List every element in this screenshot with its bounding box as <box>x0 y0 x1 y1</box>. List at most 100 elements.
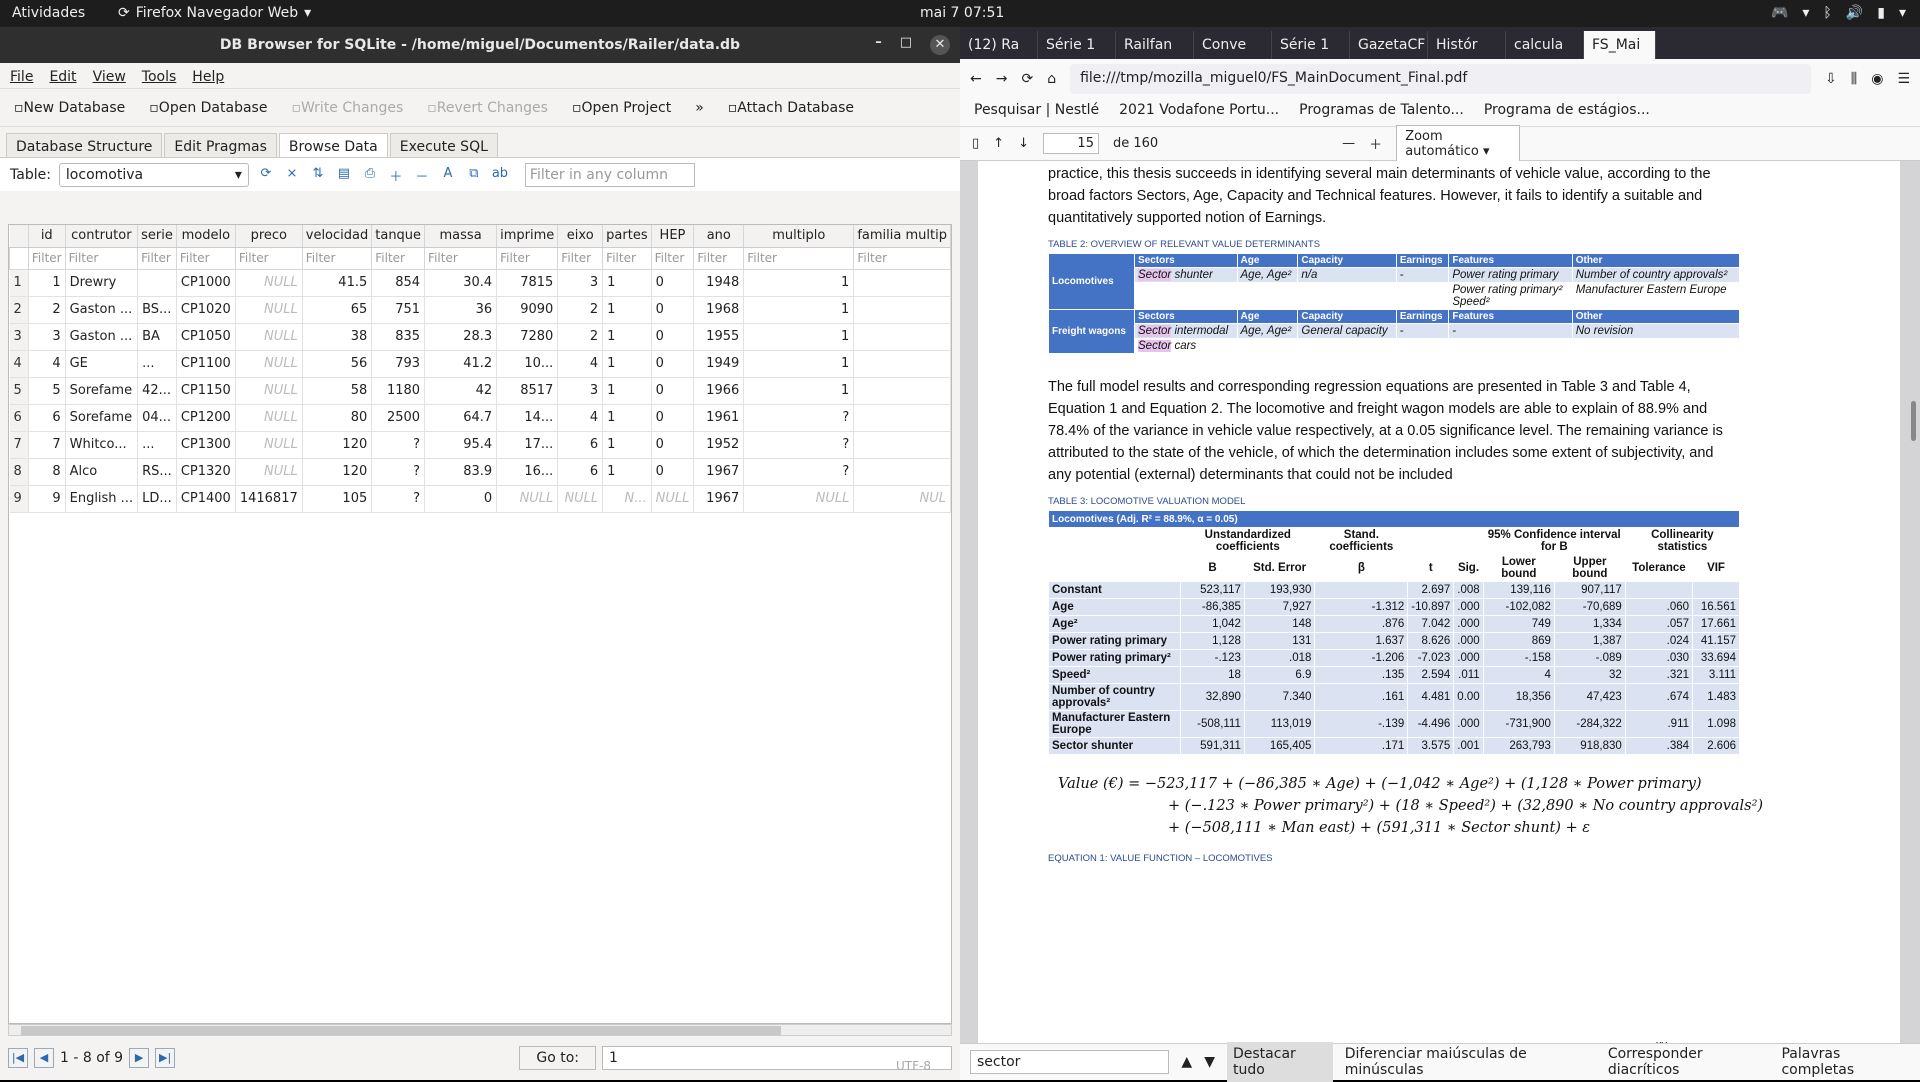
column-header[interactable]: partes <box>602 225 652 248</box>
table-cell[interactable]: NULL <box>651 485 695 513</box>
table-cell[interactable]: 2 <box>557 323 604 351</box>
table-cell[interactable]: RS... <box>137 458 177 486</box>
zoom-in-icon[interactable]: ＋ <box>1369 134 1382 153</box>
table-cell[interactable]: 1952 <box>693 431 745 459</box>
column-filter-input[interactable]: Filter <box>693 246 745 270</box>
row-number[interactable]: 4 <box>9 350 29 378</box>
column-header[interactable]: familia multip <box>853 225 951 248</box>
table-cell[interactable]: 0 <box>651 323 695 351</box>
menu-help[interactable]: Help <box>192 69 224 85</box>
column-header[interactable]: id <box>28 225 66 248</box>
table-cell[interactable]: 17... <box>496 431 559 459</box>
menu-tools[interactable]: Tools <box>142 69 177 85</box>
row-number[interactable]: 7 <box>9 431 29 459</box>
table-row[interactable]: 5 5 Sorefame 42... CP1150 NULL 58 1180 42 8517 3 1 0… <box>9 377 951 405</box>
minimize-icon[interactable]: – <box>875 35 882 55</box>
table-cell[interactable]: 1 <box>602 350 652 378</box>
table-cell[interactable]: 64.7 <box>424 404 498 432</box>
column-header[interactable]: preco <box>235 225 303 248</box>
table-cell[interactable]: 1180 <box>371 377 426 405</box>
table-cell[interactable]: 1949 <box>693 350 745 378</box>
table-cell[interactable]: NUL <box>853 485 951 513</box>
table-cell[interactable]: 2 <box>557 296 604 324</box>
table-cell[interactable]: 14... <box>496 404 559 432</box>
table-cell[interactable]: 9 <box>28 485 66 513</box>
table-cell[interactable]: 65 <box>302 296 373 324</box>
table-cell[interactable]: 8517 <box>496 377 559 405</box>
attach-database-button[interactable]: ▫Attach Database <box>728 100 854 116</box>
revert-changes-button[interactable]: ▫Revert Changes <box>427 100 548 116</box>
table-cell[interactable]: 1948 <box>693 269 745 297</box>
clock[interactable]: mai 7 07:51 <box>920 5 1004 21</box>
whole-words-option[interactable]: Palavras completas <box>1781 1046 1910 1078</box>
account-icon[interactable]: ◉ <box>1871 71 1883 87</box>
column-header[interactable]: contrutor <box>65 225 139 248</box>
table-cell[interactable]: 3 <box>557 377 604 405</box>
table-cell[interactable]: CP1020 <box>176 296 236 324</box>
table-cell[interactable]: 30.4 <box>424 269 498 297</box>
back-icon[interactable]: ← <box>970 71 982 87</box>
table-cell[interactable]: NULL <box>496 485 559 513</box>
highlight-all-button[interactable]: Destacar tudo <box>1226 1042 1333 1082</box>
table-cell[interactable]: 2 <box>28 296 66 324</box>
table-cell[interactable]: 0 <box>424 485 498 513</box>
table-cell[interactable]: ? <box>371 458 426 486</box>
table-row[interactable]: 4 4 GE... CP1100 NULL 56 793 41.2 10... 4 1 0 1949 1 <box>9 350 951 378</box>
table-cell[interactable]: 4 <box>557 404 604 432</box>
table-cell[interactable] <box>853 323 951 351</box>
match-diacritics-option[interactable]: Corresponder diacríticos <box>1608 1046 1770 1078</box>
table-cell[interactable]: ... <box>137 431 177 459</box>
row-number[interactable]: 6 <box>9 404 29 432</box>
menu-view[interactable]: View <box>93 69 126 85</box>
table-cell[interactable]: 28.3 <box>424 323 498 351</box>
table-row[interactable]: 3 3 Gaston ... BA CP1050 NULL 38 835 28.3 7280 2 1 0… <box>9 323 951 351</box>
format-icon[interactable]: ab <box>491 166 509 184</box>
table-cell[interactable]: NULL <box>235 458 303 486</box>
table-cell[interactable]: 1 <box>602 431 652 459</box>
find-next-icon[interactable]: ▼ <box>1204 1054 1215 1070</box>
table-cell[interactable]: 16... <box>496 458 559 486</box>
next-page-icon[interactable]: ↓ <box>1018 136 1029 151</box>
column-filter-input[interactable]: Filter <box>424 246 498 270</box>
save-table-icon[interactable]: ▤ <box>335 166 353 184</box>
table-cell[interactable]: 8 <box>28 458 66 486</box>
column-filter-input[interactable]: Filter <box>27 246 66 270</box>
bookmark-item[interactable]: Programas de Talento... <box>1299 102 1464 123</box>
table-cell[interactable]: 4 <box>557 350 604 378</box>
table-cell[interactable]: Alco <box>65 458 139 486</box>
table-cell[interactable]: 0 <box>651 350 695 378</box>
table-row[interactable]: 1 1 Drewry CP1000 NULL 41.5 854 30.4 7815 3 1 0 1948… <box>9 269 951 297</box>
system-tray[interactable]: 🎮 ▾ ᛒ 🔊 ▮ ▾ <box>1771 5 1906 21</box>
table-cell[interactable]: CP1320 <box>176 458 236 486</box>
find-prev-icon[interactable]: ▲ <box>1181 1054 1192 1070</box>
tab-edit-pragmas[interactable]: Edit Pragmas <box>164 133 277 157</box>
browser-tab[interactable]: Conve <box>1194 31 1272 59</box>
home-icon[interactable]: ⌂ <box>1047 71 1056 87</box>
match-case-option[interactable]: Diferenciar maiúsculas de minúsculas <box>1345 1046 1596 1078</box>
write-changes-button[interactable]: ▫Write Changes <box>291 100 403 116</box>
table-cell[interactable]: 1416817 <box>235 485 303 513</box>
new-database-button[interactable]: ▫New Database <box>14 100 125 116</box>
table-cell[interactable]: 80 <box>302 404 373 432</box>
scroll-thumb[interactable] <box>21 1026 781 1035</box>
column-filter-input[interactable]: Filter <box>137 246 177 270</box>
table-cell[interactable] <box>853 377 951 405</box>
menu-file[interactable]: File <box>10 69 33 85</box>
table-cell[interactable]: 1 <box>743 296 855 324</box>
row-number[interactable]: 5 <box>9 377 29 405</box>
first-page-icon[interactable]: |◀ <box>8 1048 28 1068</box>
table-cell[interactable]: 95.4 <box>424 431 498 459</box>
table-cell[interactable]: Sorefame <box>65 404 139 432</box>
table-cell[interactable] <box>853 404 951 432</box>
table-cell[interactable]: 3 <box>557 269 604 297</box>
table-cell[interactable] <box>853 431 951 459</box>
tab-execute-sql[interactable]: Execute SQL <box>389 133 498 157</box>
browser-tab[interactable]: Série 1 <box>1038 31 1116 59</box>
table-cell[interactable]: 6 <box>557 431 604 459</box>
refresh-icon[interactable]: ⟳ <box>257 166 275 184</box>
table-cell[interactable]: 1955 <box>693 323 745 351</box>
table-select[interactable]: locomotiva ▾ <box>58 162 249 187</box>
table-cell[interactable]: GE <box>65 350 139 378</box>
table-cell[interactable]: 6 <box>557 458 604 486</box>
download-icon[interactable]: ⇩ <box>1825 71 1837 87</box>
